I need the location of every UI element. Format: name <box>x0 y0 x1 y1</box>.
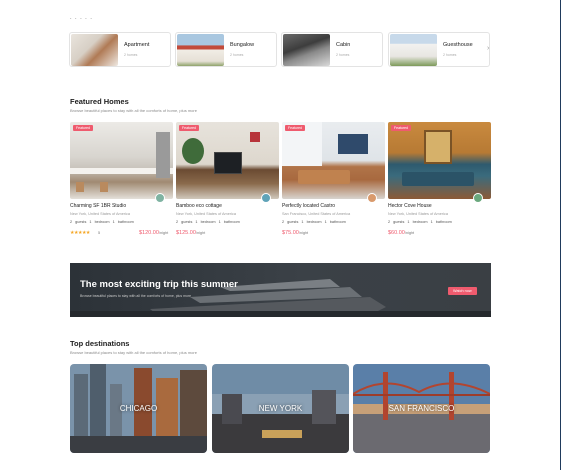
listing-title[interactable]: Perfectly located Castro <box>282 203 335 209</box>
host-avatar[interactable] <box>473 193 483 203</box>
listing-location: San Francisco, United States of America <box>282 212 351 216</box>
listing-price: $60.00/night <box>388 230 414 236</box>
featured-badge: Featured <box>179 125 200 131</box>
listing-photo <box>176 122 279 199</box>
cruise-ship-illustration <box>70 279 491 317</box>
listing-location: New York, United States of America <box>70 212 130 216</box>
category-count: 2 homes <box>124 53 138 57</box>
category-count: 2 homes <box>230 53 244 57</box>
category-name: Bungalow <box>230 42 255 48</box>
featured-subtitle: Browse beautiful places to stay with all… <box>70 108 197 113</box>
price-unit: /night <box>195 231 206 235</box>
listing-price: $120.00/night <box>139 230 168 236</box>
cabin-thumbnail <box>283 34 330 66</box>
host-avatar[interactable] <box>155 193 165 203</box>
watch-now-button[interactable]: Watch now <box>448 287 477 295</box>
category-name: Cabin <box>336 42 351 48</box>
listing-photo <box>282 122 385 199</box>
featured-badge: Featured <box>391 125 412 131</box>
listing-meta: 2 guests 1 bedroom 1 bathroom <box>70 220 134 224</box>
listing-photo <box>70 122 173 199</box>
window-edge <box>560 0 561 470</box>
bungalow-thumbnail <box>177 34 224 66</box>
price-unit: /night <box>404 231 415 235</box>
listing-meta: 2 guests 1 bedroom 1 bathroom <box>176 220 240 224</box>
listing-meta: 2 guests 1 bedroom 1 bathroom <box>388 220 452 224</box>
listing-card[interactable]: Featured Bamboo eco cottage New York, Un… <box>176 122 279 244</box>
category-card-bungalow[interactable]: Bungalow 2 homes <box>175 32 277 67</box>
destination-card-san-francisco[interactable]: SAN FRANCISCO <box>353 364 490 453</box>
chevron-right-icon[interactable]: › <box>487 45 489 52</box>
destination-label: NEW YORK <box>258 404 303 413</box>
price-amount: $75.00 <box>282 230 299 236</box>
listing-location: New York, United States of America <box>176 212 236 216</box>
listing-location: New York, United States of America <box>388 212 448 216</box>
price-amount: $125.00 <box>176 230 196 236</box>
rating-stars: ★★★★★ <box>70 230 90 236</box>
listing-price: $75.00/night <box>282 230 308 236</box>
banner-subtitle: Browse beautiful places to stay with all… <box>80 294 192 298</box>
price-unit: /night <box>158 231 169 235</box>
category-count: 2 homes <box>336 53 350 57</box>
host-avatar[interactable] <box>367 193 377 203</box>
category-count: 2 homes <box>443 53 457 57</box>
price-amount: $60.00 <box>388 230 405 236</box>
category-list: Apartment 2 homes Bungalow 2 homes Cabin… <box>69 32 491 68</box>
listing-price: $125.00/night <box>176 230 205 236</box>
category-card-cabin[interactable]: Cabin 2 homes <box>281 32 383 67</box>
category-name: Guesthouse <box>443 42 473 48</box>
listing-card[interactable]: Featured Hector Cove House New York, Uni… <box>388 122 491 244</box>
listing-card[interactable]: Featured Perfectly located Castro San Fr… <box>282 122 385 244</box>
featured-badge: Featured <box>285 125 306 131</box>
apartment-thumbnail <box>71 34 118 66</box>
price-amount: $120.00 <box>139 230 159 236</box>
listing-title[interactable]: Bamboo eco cottage <box>176 203 222 209</box>
featured-badge: Featured <box>73 125 94 131</box>
listing-meta: 2 guests 1 bedroom 1 bathroom <box>282 220 346 224</box>
listing-photo <box>388 122 491 199</box>
destinations-subtitle: Browse beautiful places to stay with all… <box>70 350 197 355</box>
listing-card[interactable]: Featured Charming SF 1BR Studio New York… <box>70 122 173 244</box>
featured-title: Featured Homes <box>70 97 129 106</box>
destination-card-new-york[interactable]: NEW YORK <box>212 364 349 453</box>
review-count: 5 <box>98 231 101 235</box>
price-unit: /night <box>298 231 309 235</box>
guesthouse-thumbnail <box>390 34 437 66</box>
promo-banner: The most exciting trip this summer Brows… <box>70 263 491 317</box>
category-name: Apartment <box>124 42 150 48</box>
destination-label: SAN FRANCISCO <box>388 404 455 413</box>
destination-card-chicago[interactable]: CHICAGO <box>70 364 207 453</box>
listing-title[interactable]: Charming SF 1BR Studio <box>70 203 126 209</box>
banner-title: The most exciting trip this summer <box>80 279 238 290</box>
listing-title[interactable]: Hector Cove House <box>388 203 432 209</box>
destination-label: CHICAGO <box>119 404 158 413</box>
host-avatar[interactable] <box>261 193 271 203</box>
top-heading: · · · · · <box>70 16 93 22</box>
destinations-title: Top destinations <box>70 339 130 348</box>
category-card-apartment[interactable]: Apartment 2 homes <box>69 32 171 67</box>
category-card-guesthouse[interactable]: Guesthouse 2 homes <box>388 32 490 67</box>
